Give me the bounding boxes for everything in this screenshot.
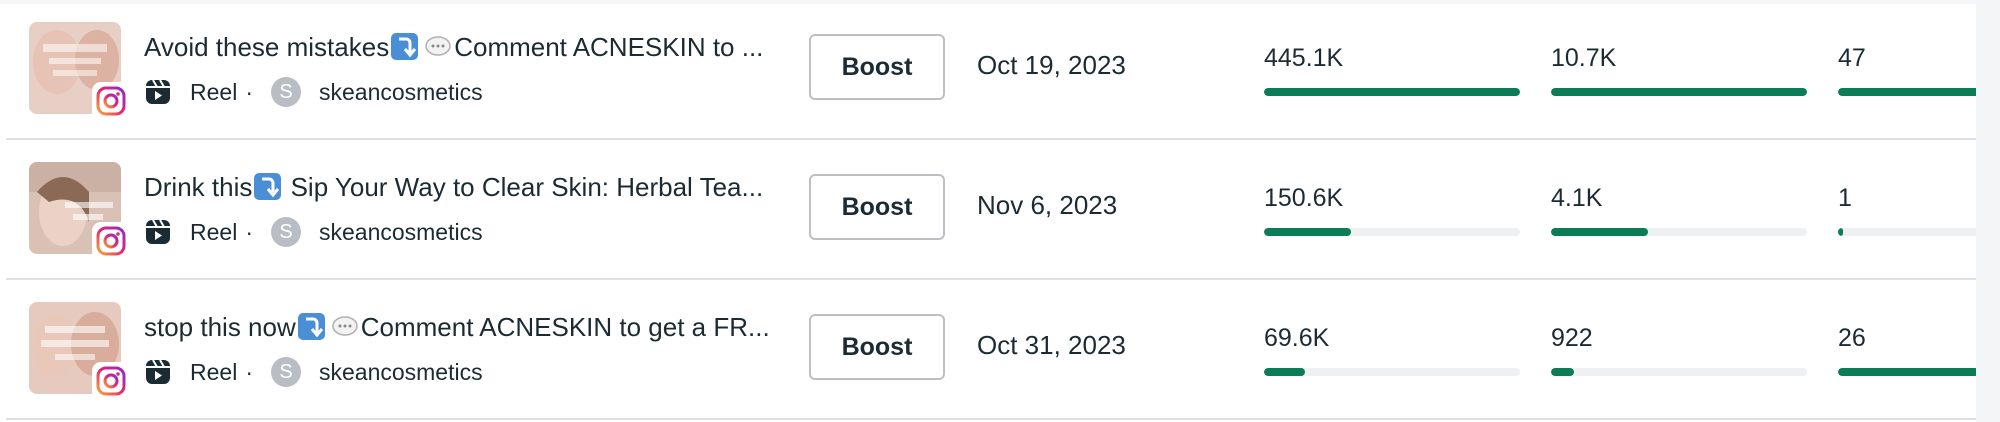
table-row[interactable]: Avoid these mistakes Comment ACNESKIN to … [0, 0, 1976, 140]
meta-separator: · [245, 218, 253, 245]
boost-button[interactable]: Boost [809, 34, 945, 100]
post-thumbnail[interactable] [29, 302, 130, 400]
post-thumbnail[interactable] [29, 162, 130, 260]
publish-date: Oct 31, 2023 [977, 330, 1126, 360]
metric-third-fill [1838, 228, 1844, 236]
instagram-icon [92, 222, 130, 260]
table-right-edge [1976, 0, 2000, 422]
metric-engagement-fill [1551, 368, 1575, 376]
metric-reach-bar [1264, 368, 1520, 376]
metric-reach-bar [1264, 88, 1520, 96]
speech-bubble-icon [332, 316, 358, 336]
post-title[interactable]: stop this now Comment ACNESKIN to get a F… [144, 312, 794, 343]
post-title-prefix: Drink this [144, 172, 253, 202]
meta-separator: · [245, 358, 253, 385]
metric-reach: 445.1K [1264, 44, 1520, 96]
instagram-icon [92, 362, 130, 400]
metric-engagement-value: 922 [1551, 324, 1593, 352]
account-avatar: S [270, 357, 301, 387]
metric-engagement-fill [1551, 88, 1807, 96]
post-title-suffix: Comment ACNESKIN to ... [454, 32, 764, 62]
metric-third-value: 26 [1838, 324, 1866, 352]
post-meta: Reel · S skeancosmetics [144, 74, 483, 110]
post-thumbnail[interactable] [29, 22, 130, 120]
account-name[interactable]: skeancosmetics [319, 219, 483, 246]
metric-reach: 69.6K [1264, 324, 1520, 376]
metric-reach: 150.6K [1264, 184, 1520, 236]
metric-engagement: 4.1K [1551, 184, 1807, 236]
metric-reach-value: 445.1K [1264, 44, 1344, 72]
post-meta: Reel · S skeancosmetics [144, 214, 483, 250]
metric-third: 1 [1838, 184, 1976, 236]
boost-button[interactable]: Boost [809, 174, 945, 240]
post-title-suffix: Comment ACNESKIN to get a FR... [360, 312, 770, 342]
curved-arrow-emoji-icon [254, 173, 282, 200]
metric-third: 26 [1838, 324, 1976, 376]
content-performance-table: Avoid these mistakes Comment ACNESKIN to … [0, 0, 2000, 422]
post-type: Reel [190, 218, 238, 245]
publish-date: Nov 6, 2023 [977, 190, 1118, 220]
post-title-prefix: Avoid these mistakes [144, 32, 390, 62]
reel-icon [146, 219, 170, 244]
metric-engagement-value: 4.1K [1551, 184, 1603, 212]
metric-reach-value: 150.6K [1264, 184, 1344, 212]
post-title[interactable]: Drink this Sip Your Way to Clear Skin: H… [144, 172, 794, 203]
metric-third-fill [1838, 88, 1976, 96]
reel-icon [146, 79, 170, 104]
meta-separator: · [245, 78, 253, 105]
reel-icon [146, 359, 170, 384]
metric-engagement-value: 10.7K [1551, 44, 1617, 72]
metric-engagement: 922 [1551, 324, 1807, 376]
post-type: Reel [190, 78, 238, 105]
curved-arrow-emoji-icon [391, 33, 419, 60]
boost-button[interactable]: Boost [809, 314, 945, 380]
metric-reach-bar [1264, 228, 1520, 236]
metric-third-bar [1838, 88, 1976, 96]
metric-engagement-fill [1551, 228, 1649, 236]
post-title-suffix: Sip Your Way to Clear Skin: Herbal Tea..… [290, 172, 764, 202]
post-meta: Reel · S skeancosmetics [144, 354, 483, 390]
account-name[interactable]: skeancosmetics [319, 359, 483, 386]
post-type: Reel [190, 358, 238, 385]
account-avatar: S [270, 77, 301, 107]
metric-third-bar [1838, 368, 1976, 376]
metric-engagement-bar [1551, 228, 1807, 236]
metric-reach-fill [1264, 88, 1520, 96]
metric-third: 47 [1838, 44, 1976, 96]
metric-third-bar [1838, 228, 1976, 236]
metric-engagement: 10.7K [1551, 44, 1807, 96]
metric-third-fill [1838, 368, 1976, 376]
metric-reach-value: 69.6K [1264, 324, 1330, 352]
metric-engagement-bar [1551, 88, 1807, 96]
account-name[interactable]: skeancosmetics [319, 79, 483, 106]
curved-arrow-emoji-icon [297, 313, 325, 340]
metric-third-value: 47 [1838, 44, 1866, 72]
instagram-icon [92, 82, 130, 120]
table-row[interactable]: Drink this Sip Your Way to Clear Skin: H… [0, 140, 1976, 280]
speech-bubble-icon [425, 36, 451, 56]
metric-reach-fill [1264, 368, 1305, 376]
metric-third-value: 1 [1838, 184, 1852, 212]
account-avatar: S [270, 217, 301, 247]
post-title[interactable]: Avoid these mistakes Comment ACNESKIN to … [144, 32, 794, 63]
row-divider [6, 418, 1976, 420]
publish-date: Oct 19, 2023 [977, 50, 1126, 80]
metric-engagement-bar [1551, 368, 1807, 376]
table-row[interactable]: stop this now Comment ACNESKIN to get a F… [0, 280, 1976, 420]
post-title-prefix: stop this now [144, 312, 296, 342]
metric-reach-fill [1264, 228, 1352, 236]
